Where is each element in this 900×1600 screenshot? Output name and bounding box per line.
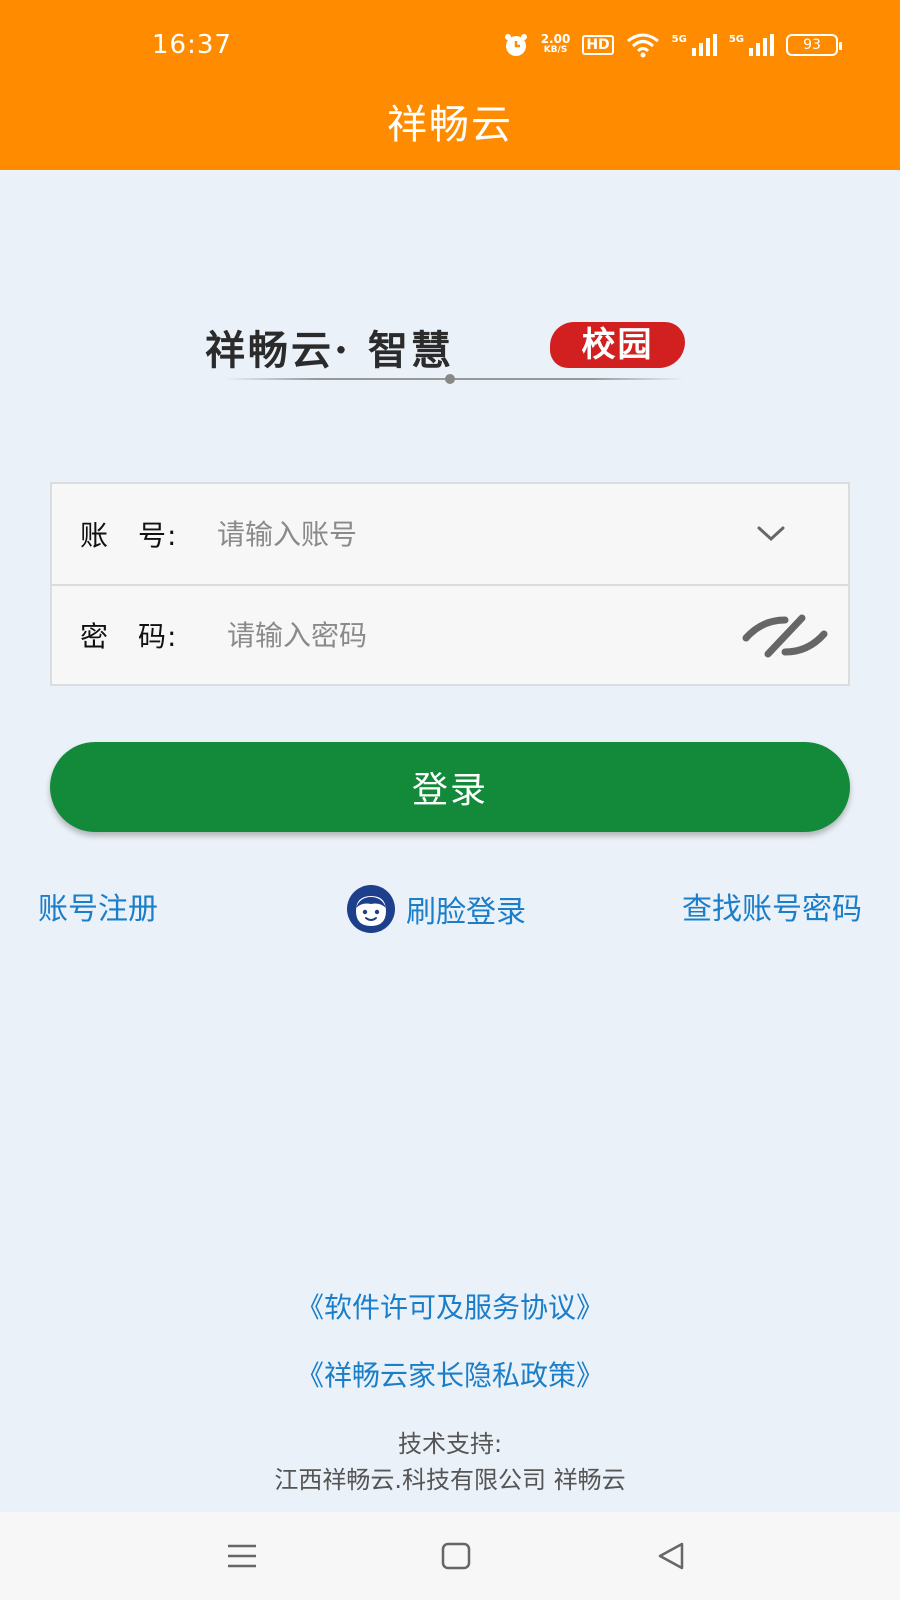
status-icons: 2.00 KB/S HD 5G 5G 93	[503, 32, 842, 58]
app-title: 祥畅云	[387, 102, 513, 148]
net-speed-unit: KB/S	[543, 45, 568, 55]
wifi-icon	[626, 33, 659, 58]
face-icon	[347, 885, 395, 933]
logo-divider-dot	[445, 374, 455, 384]
brand-logo: 祥畅云· 智慧 校园	[205, 318, 705, 388]
signal-icon-1: 5G	[672, 34, 717, 56]
find-account-link[interactable]: 查找账号密码	[682, 884, 862, 928]
password-row: 密 码:	[52, 584, 848, 684]
battery-level: 93	[803, 37, 821, 53]
logo-divider	[225, 378, 685, 380]
login-button[interactable]: 登录	[50, 742, 850, 832]
logo-seal: 校园	[550, 322, 685, 368]
password-input[interactable]	[227, 605, 767, 665]
service-agreement-link[interactable]: 《软件许可及服务协议》	[0, 1286, 900, 1326]
net-speed-value: 2.00	[540, 32, 571, 46]
support-title: 技术支持:	[397, 1430, 503, 1458]
login-form: 账 号: 密 码:	[50, 482, 850, 686]
signal-2-label: 5G	[728, 34, 744, 45]
system-nav-bar	[0, 1512, 900, 1600]
header-bar: 16:37 2.00 KB/S HD 5G 5G 93 祥畅云	[0, 0, 900, 170]
face-login-label: 刷脸登录	[406, 895, 526, 930]
back-icon[interactable]	[652, 1536, 692, 1576]
login-screen: 16:37 2.00 KB/S HD 5G 5G 93 祥畅云 祥畅云· 智慧 …	[0, 0, 900, 1600]
net-speed: 2.00 KB/S	[540, 32, 571, 56]
signal-icon-2: 5G	[729, 34, 774, 56]
menu-icon[interactable]	[222, 1536, 262, 1576]
eye-closed-icon[interactable]	[742, 612, 828, 660]
home-icon[interactable]	[436, 1536, 476, 1576]
alarm-icon	[504, 34, 527, 56]
logo-text: 祥畅云· 智慧	[205, 327, 454, 374]
status-time: 16:37	[152, 30, 232, 60]
account-row: 账 号:	[52, 484, 848, 584]
account-input[interactable]	[217, 504, 757, 564]
face-login-link[interactable]: 刷脸登录	[346, 884, 526, 934]
support-company: 江西祥畅云.科技有限公司 祥畅云	[274, 1466, 626, 1494]
password-label: 密 码:	[80, 620, 178, 653]
account-label: 账 号:	[80, 519, 178, 552]
chevron-down-icon[interactable]	[754, 516, 788, 550]
privacy-policy-link[interactable]: 《祥畅云家长隐私政策》	[0, 1354, 900, 1394]
hd-icon: HD	[582, 35, 614, 55]
signal-1-label: 5G	[671, 34, 687, 45]
battery-icon: 93	[786, 34, 842, 56]
register-link[interactable]: 账号注册	[38, 884, 158, 928]
